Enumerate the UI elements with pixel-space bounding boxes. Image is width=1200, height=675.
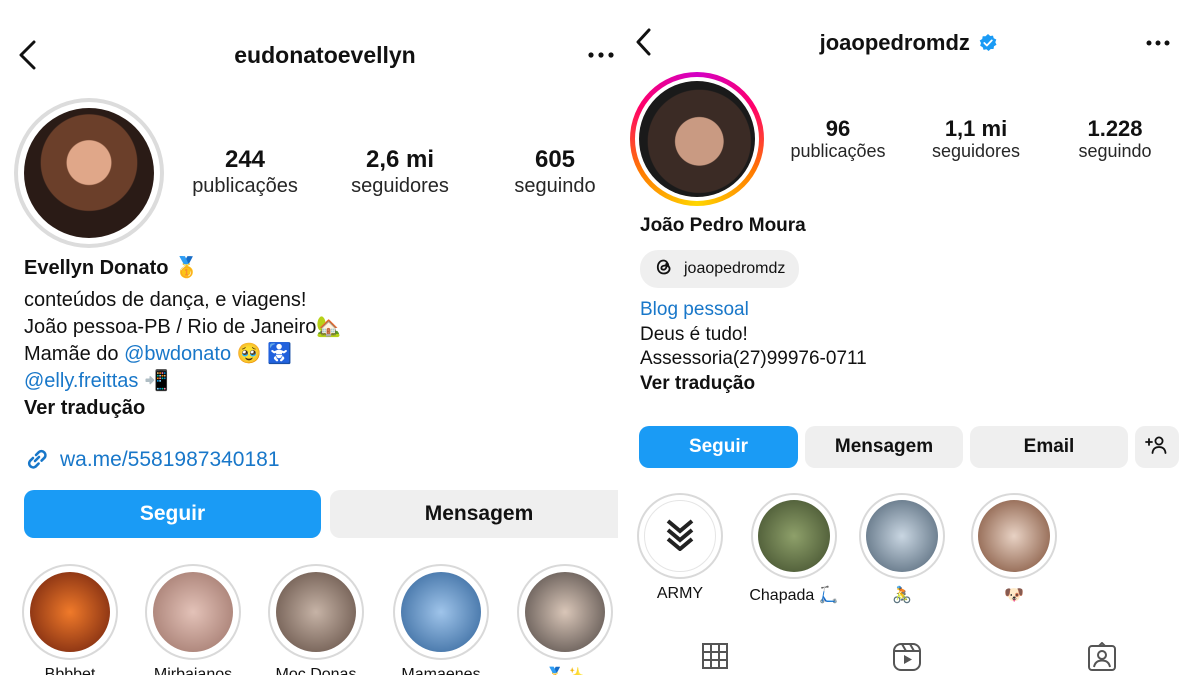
story-highlight[interactable]: 🚴 bbox=[858, 493, 946, 605]
profile-name: Evellyn Donato 🥇 bbox=[24, 257, 199, 279]
add-person-button[interactable] bbox=[1135, 426, 1179, 468]
mention-link[interactable]: @elly.freittas bbox=[24, 370, 138, 392]
right-profile-panel: joaopedromdz 96 publicações 1,1 mi segui… bbox=[618, 0, 1200, 675]
story-highlight[interactable]: Mamaenes bbox=[393, 564, 489, 675]
story-highlight[interactable]: Chapada 🛴 bbox=[746, 493, 842, 605]
threads-handle: joaopedromdz bbox=[684, 260, 786, 277]
bio-line: @elly.freittas 📲 bbox=[24, 370, 169, 392]
profile-username: eudonatoevellyn bbox=[234, 42, 416, 68]
profile-header: joaopedromdz bbox=[618, 30, 1200, 58]
translate-link[interactable]: Ver tradução bbox=[24, 396, 145, 420]
stat-following[interactable]: 605 seguindo bbox=[490, 146, 618, 198]
story-highlight[interactable]: Bbbbet bbox=[22, 564, 118, 675]
bio-line: conteúdos de dança, e viagens! bbox=[24, 289, 307, 311]
bio-line: João pessoa-PB / Rio de Janeiro🏡 bbox=[24, 316, 342, 338]
story-highlight[interactable]: Moc Donas bbox=[268, 564, 364, 675]
more-options-icon[interactable] bbox=[1146, 40, 1170, 46]
threads-icon bbox=[654, 257, 674, 282]
grid-icon[interactable] bbox=[702, 643, 728, 674]
story-highlight[interactable]: 🏅✨ bbox=[517, 564, 613, 675]
message-button[interactable]: Mensagem bbox=[330, 490, 618, 538]
message-button[interactable]: Mensagem bbox=[805, 426, 963, 468]
website-link[interactable]: wa.me/5581987340181 bbox=[60, 447, 280, 472]
story-highlight[interactable]: Mirbaianos bbox=[145, 564, 241, 675]
stat-following[interactable]: 1.228 seguindo bbox=[1055, 116, 1175, 163]
profile-name: João Pedro Moura bbox=[640, 215, 806, 236]
verified-icon bbox=[978, 33, 998, 58]
chevrons-icon bbox=[665, 517, 695, 556]
medal-emoji: 🥇 bbox=[174, 257, 199, 279]
follow-button[interactable]: Seguir bbox=[639, 426, 798, 468]
bio-line: Mamãe do @bwdonato 🥹 🚼 bbox=[24, 343, 293, 365]
left-profile-panel: eudonatoevellyn 244 publicações 2,6 mi s… bbox=[0, 0, 618, 675]
bio-line: Assessoria(27)99976-0711 bbox=[640, 348, 867, 369]
story-highlight[interactable]: ARMY bbox=[636, 493, 724, 603]
category-label: Blog pessoal bbox=[640, 299, 749, 320]
threads-badge[interactable]: joaopedromdz bbox=[640, 250, 800, 288]
avatar[interactable] bbox=[639, 81, 755, 197]
more-options-icon[interactable] bbox=[588, 52, 614, 58]
avatar[interactable] bbox=[24, 108, 154, 238]
mention-link[interactable]: @bwdonato bbox=[124, 343, 231, 365]
email-button[interactable]: Email bbox=[970, 426, 1128, 468]
stat-posts[interactable]: 96 publicações bbox=[778, 116, 898, 163]
follow-button[interactable]: Seguir bbox=[24, 490, 321, 538]
add-person-icon bbox=[1145, 435, 1169, 460]
profile-username: joaopedromdz bbox=[819, 30, 970, 55]
bio-line: Deus é tudo! bbox=[640, 324, 748, 345]
reels-icon[interactable] bbox=[892, 642, 922, 675]
tagged-icon[interactable] bbox=[1087, 641, 1117, 675]
link-icon bbox=[24, 446, 50, 477]
stat-posts[interactable]: 244 publicações bbox=[180, 146, 310, 198]
story-highlight[interactable]: 🐶 bbox=[970, 493, 1058, 605]
translate-link[interactable]: Ver tradução bbox=[640, 373, 755, 396]
stat-followers[interactable]: 2,6 mi seguidores bbox=[335, 146, 465, 198]
stat-followers[interactable]: 1,1 mi seguidores bbox=[916, 116, 1036, 163]
